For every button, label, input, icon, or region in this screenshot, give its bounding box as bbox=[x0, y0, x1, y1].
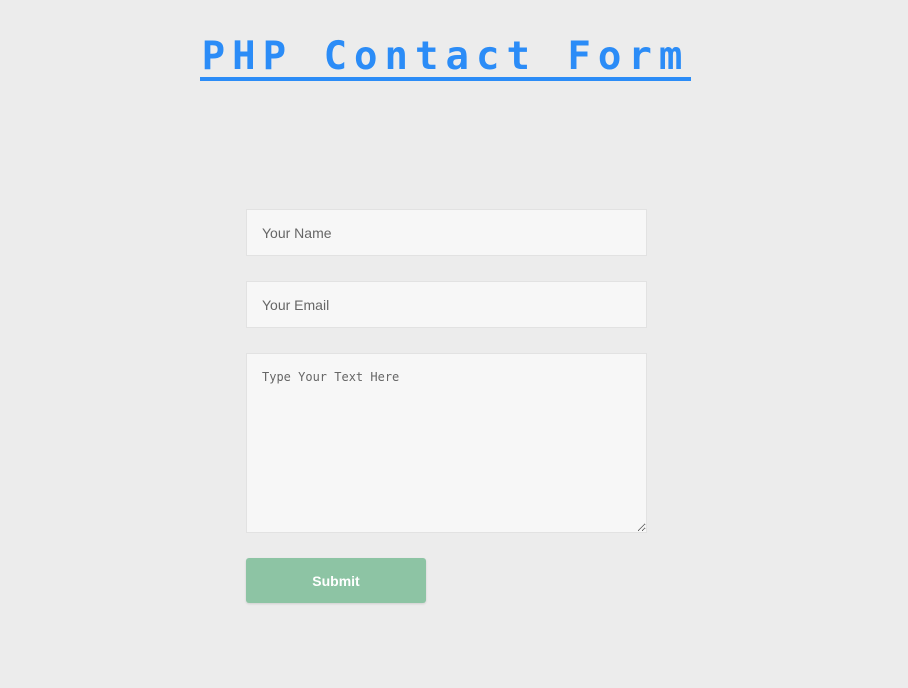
page-title-text: PHP Contact Form bbox=[199, 34, 692, 81]
message-textarea[interactable] bbox=[246, 353, 647, 533]
submit-button[interactable]: Submit bbox=[246, 558, 426, 603]
name-input[interactable] bbox=[246, 209, 647, 256]
email-input[interactable] bbox=[246, 281, 647, 328]
page-title: PHP Contact Form bbox=[0, 34, 891, 81]
